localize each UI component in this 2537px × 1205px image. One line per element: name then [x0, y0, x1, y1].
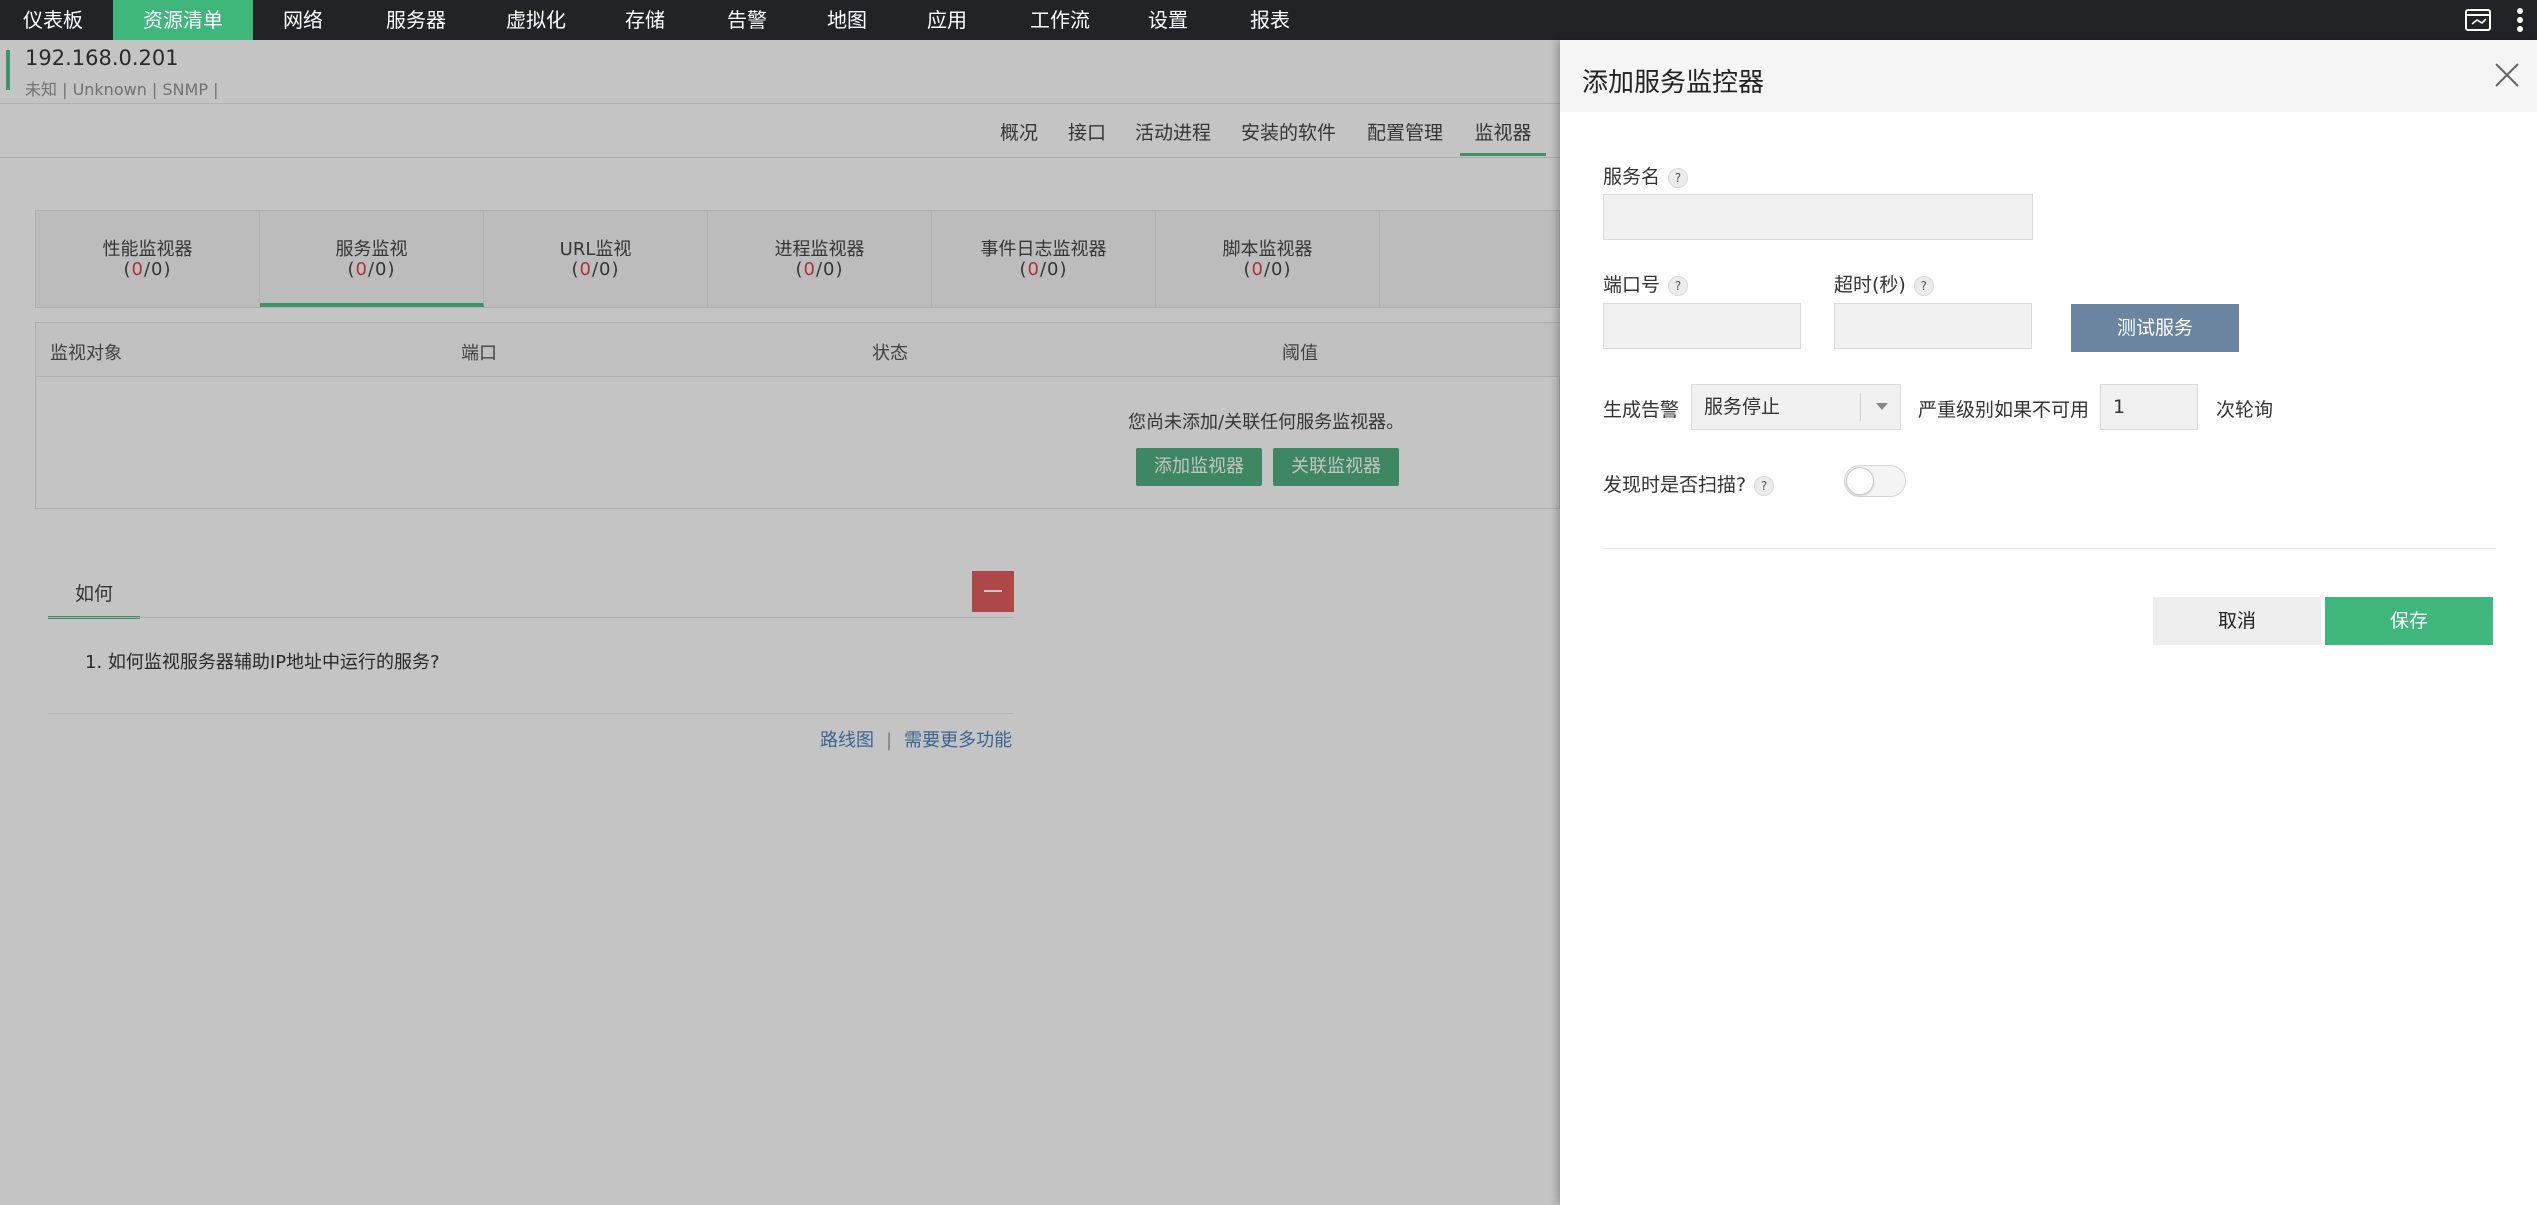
- help-icon[interactable]: ?: [1668, 275, 1689, 296]
- select-divider: [1860, 393, 1861, 421]
- poll-count-input[interactable]: [2100, 384, 2198, 430]
- nav-item-settings[interactable]: 设置: [1138, 0, 1198, 40]
- timeout-input[interactable]: [1834, 303, 2032, 349]
- modal-backdrop[interactable]: [0, 40, 1560, 1205]
- select-value: 服务停止: [1704, 396, 1781, 418]
- cancel-button[interactable]: 取消: [2153, 597, 2321, 645]
- scan-on-discovery-label: 发现时是否扫描??: [1603, 470, 1775, 497]
- alarm-condition-select[interactable]: 服务停止: [1691, 384, 1901, 430]
- port-label: 端口号?: [1603, 270, 1689, 297]
- nav-item-maps[interactable]: 地图: [817, 0, 877, 40]
- nav-item-servers[interactable]: 服务器: [374, 0, 458, 40]
- panel-divider: [1603, 548, 2496, 549]
- severity-label: 严重级别如果不可用: [1918, 399, 2090, 421]
- timeout-label: 超时(秒)?: [1834, 270, 1934, 297]
- test-service-button[interactable]: 测试服务: [2071, 304, 2239, 352]
- nav-item-reports[interactable]: 报表: [1240, 0, 1300, 40]
- poll-suffix-label: 次轮询: [2216, 399, 2274, 421]
- scan-on-discovery-toggle[interactable]: [1844, 465, 1906, 497]
- top-navigation-bar: 仪表板 资源清单 网络 服务器 虚拟化 存储 告警 地图 应用 工作流 设置 报…: [0, 0, 2537, 40]
- nav-item-workflow[interactable]: 工作流: [1020, 0, 1100, 40]
- close-icon[interactable]: [2492, 60, 2522, 90]
- port-input[interactable]: [1603, 303, 1801, 349]
- nav-item-alarms[interactable]: 告警: [717, 0, 777, 40]
- panel-title: 添加服务监控器: [1582, 68, 1765, 98]
- generate-alarm-label: 生成告警: [1603, 399, 1680, 421]
- add-service-monitor-panel: 添加服务监控器 服务名? 端口号? 超时(秒)? 测试服务 生成告警 服务停止 …: [1560, 40, 2537, 1205]
- nav-item-dashboard[interactable]: 仪表板: [0, 0, 106, 40]
- more-vertical-icon[interactable]: [2508, 0, 2532, 40]
- help-icon[interactable]: ?: [1913, 275, 1934, 296]
- nav-item-virtualization[interactable]: 虚拟化: [494, 0, 578, 40]
- nav-item-apps[interactable]: 应用: [917, 0, 977, 40]
- nav-item-network[interactable]: 网络: [268, 0, 338, 40]
- chevron-down-icon: [1876, 403, 1888, 410]
- help-icon[interactable]: ?: [1668, 167, 1689, 188]
- nav-item-inventory[interactable]: 资源清单: [113, 0, 253, 40]
- window-icon[interactable]: [2462, 0, 2494, 40]
- toggle-knob: [1846, 467, 1874, 495]
- panel-header: 添加服务监控器: [1560, 40, 2537, 112]
- nav-item-storage[interactable]: 存储: [615, 0, 675, 40]
- help-icon[interactable]: ?: [1754, 475, 1775, 496]
- save-button[interactable]: 保存: [2325, 597, 2493, 645]
- service-name-input[interactable]: [1603, 194, 2033, 240]
- service-name-label: 服务名?: [1603, 162, 1689, 189]
